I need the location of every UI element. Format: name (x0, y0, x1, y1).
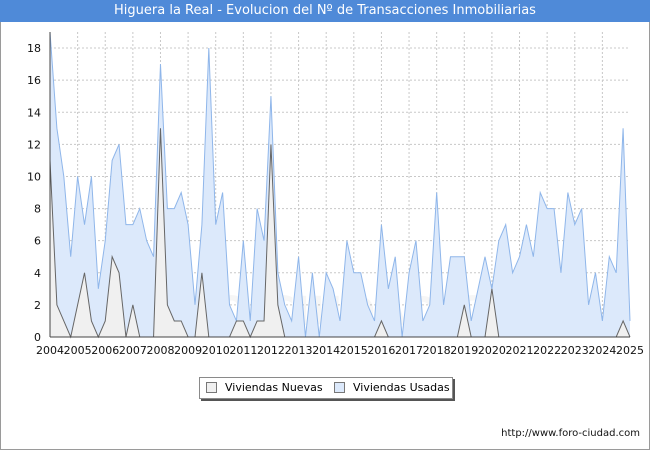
y-tick-label: 16 (27, 74, 41, 87)
x-tick-label: 2017 (395, 344, 423, 357)
x-tick-label: 2005 (64, 344, 92, 357)
y-tick-label: 4 (34, 267, 41, 280)
x-tick-label: 2006 (91, 344, 119, 357)
x-tick-label: 2021 (506, 344, 534, 357)
y-tick-label: 10 (27, 170, 41, 183)
x-tick-label: 2025 (616, 344, 644, 357)
x-tick-label: 2009 (174, 344, 202, 357)
x-tick-label: 2007 (119, 344, 147, 357)
x-tick-label: 2011 (229, 344, 257, 357)
x-tick-label: 2008 (146, 344, 174, 357)
y-tick-label: 0 (34, 331, 41, 344)
x-tick-label: 2015 (340, 344, 368, 357)
y-tick-label: 12 (27, 138, 41, 151)
legend: Viviendas Nuevas Viviendas Usadas (199, 377, 453, 399)
legend-swatch-usadas (334, 381, 345, 393)
x-tick-label: 2024 (588, 344, 616, 357)
legend-label-usadas: Viviendas Usadas (353, 381, 450, 394)
y-tick-label: 6 (34, 235, 41, 248)
legend-item-usadas: Viviendas Usadas (334, 381, 450, 395)
x-tick-label: 2016 (367, 344, 395, 357)
y-tick-label: 2 (34, 299, 41, 312)
y-tick-label: 18 (27, 42, 41, 55)
x-tick-label: 2022 (533, 344, 561, 357)
legend-item-nuevas: Viviendas Nuevas (206, 381, 323, 395)
x-tick-label: 2020 (478, 344, 506, 357)
x-tick-label: 2012 (257, 344, 285, 357)
legend-label-nuevas: Viviendas Nuevas (225, 381, 323, 394)
x-tick-label: 2014 (312, 344, 340, 357)
x-tick-label: 2004 (36, 344, 64, 357)
x-tick-label: 2019 (450, 344, 478, 357)
source-credit: http://www.foro-ciudad.com (501, 428, 640, 439)
x-tick-label: 2023 (561, 344, 589, 357)
y-tick-label: 8 (34, 203, 41, 216)
x-tick-label: 2010 (202, 344, 230, 357)
legend-swatch-nuevas (206, 381, 217, 393)
y-tick-label: 14 (27, 106, 41, 119)
x-tick-label: 2013 (285, 344, 313, 357)
x-tick-label: 2018 (423, 344, 451, 357)
